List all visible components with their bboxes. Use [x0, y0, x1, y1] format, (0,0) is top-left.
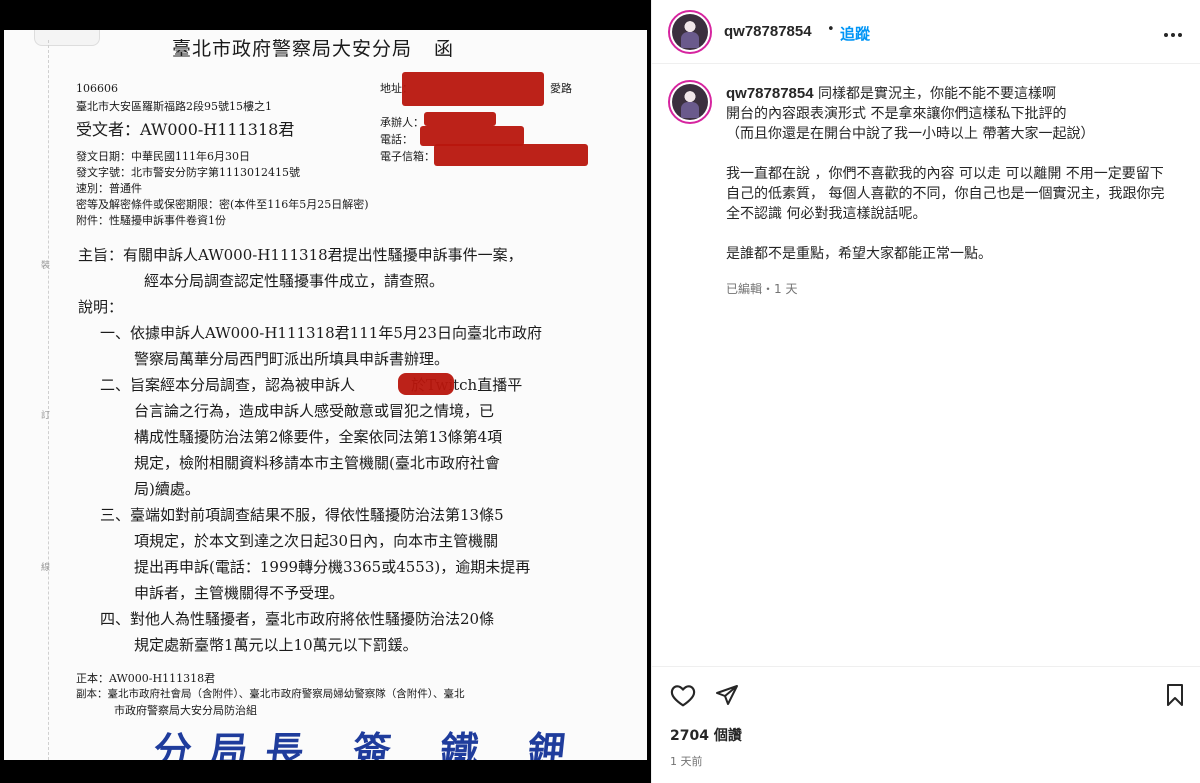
like-count[interactable]: 2704 個讚	[670, 725, 742, 745]
paragraph-line: 構成性騷擾防治法第2條要件，全案依同法第13條第4項	[134, 428, 503, 446]
share-icon[interactable]	[714, 683, 740, 711]
document-title: 臺北市政府警察局大安分局函	[172, 38, 455, 60]
recipient: 受文者：AW000-H111318君	[76, 120, 295, 139]
paragraph-line: 四、對他人為性騷擾者，臺北市政府將依性騷擾防治法20條	[100, 610, 495, 628]
subject-line: 主旨：有關申訴人AW000-H111318君提出性騷擾申訴事件一案，	[78, 246, 523, 264]
sender-address: 臺北市大安區羅斯福路2段95號15樓之1	[76, 100, 272, 113]
secrecy: 密等及解密條件或保密期限：密(本件至116年5月25日解密)	[76, 198, 369, 211]
post-timestamp[interactable]: 1 天前	[670, 753, 703, 769]
speed: 速別：普通件	[76, 182, 142, 195]
paragraph-line: 警察局萬華分局西門町派出所填具申訴書辦理。	[134, 350, 450, 368]
paragraph-line: 項規定，於本文到達之次日起30日內，向本市主管機關	[134, 532, 499, 550]
copy-recipients: 市政府警察局大安分局防治組	[114, 704, 257, 717]
paragraph-line: 規定，檢附相關資料移請本市主管機關(臺北市政府社會	[134, 454, 500, 472]
attachment: 附件：性騷擾申訴事件卷資1份	[76, 214, 226, 227]
post-caption: qw78787854 同樣都是實況主，你能不能不要這樣啊 開台的內容跟表演形式 …	[726, 84, 1176, 264]
caption-text: 同樣都是實況主，你能不能不要這樣啊 開台的內容跟表演形式 不是拿來讓你們這樣私下…	[726, 86, 1165, 262]
more-icon[interactable]	[1163, 22, 1183, 43]
side-mark: 訂	[41, 411, 51, 421]
issue-date: 發文日期：中華民國111年6月30日	[76, 150, 250, 163]
avatar[interactable]	[668, 10, 712, 54]
redaction	[398, 373, 454, 395]
post-media: 裝 訂 線 臺北市政府警察局大安分局函 106606 臺北市大安區羅斯福路2段9…	[0, 0, 651, 783]
signature-seal: 分局長 簽 鐵 鉀	[151, 728, 586, 760]
copy-recipients: 副本：臺北市政府社會局（含附件）、臺北市政府警察局婦幼警察隊（含附件）、臺北	[76, 688, 465, 700]
postal-code: 106606	[76, 82, 118, 95]
paragraph-line: 台言論之行為，造成申訴人感受敵意或冒犯之情境，已	[134, 402, 495, 420]
paragraph-line: 一、依據申訴人AW000-H111318君111年5月23日向臺北市政府	[100, 324, 542, 342]
redaction	[402, 72, 544, 106]
paper-tab	[34, 30, 100, 46]
action-bar: 2704 個讚 1 天前	[652, 666, 1200, 783]
paragraph-line: 規定處新臺幣1萬元以上10萬元以下罰鍰。	[134, 636, 418, 654]
issue-number: 發文字號：北市警安分防字第1113012415號	[76, 166, 300, 179]
redaction	[420, 126, 524, 146]
contact-label: 承辦人：	[380, 116, 424, 129]
post-header: qw78787854 • 追蹤	[652, 0, 1200, 64]
username-link[interactable]: qw78787854	[724, 23, 812, 40]
explanation-label: 說明：	[78, 298, 124, 316]
edited-meta: 已編輯・1 天	[726, 282, 798, 296]
caption-username[interactable]: qw78787854	[726, 85, 814, 102]
subject-line: 經本分局調查認定性騷擾事件成立，請查照。	[144, 272, 445, 290]
address-tail: 愛路	[550, 82, 572, 95]
bookmark-icon[interactable]	[1164, 683, 1186, 711]
original-recipient: 正本：AW000-H111318君	[76, 672, 216, 685]
paragraph-line: 二、旨案經本分局調查，認為被申訴人 於Twitch直播平	[100, 376, 523, 394]
side-mark: 線	[41, 563, 51, 573]
paragraph-line: 申訴者，主管機關得不予受理。	[134, 584, 345, 602]
email-label: 電子信箱：	[380, 150, 435, 163]
follow-button[interactable]: 追蹤	[840, 23, 870, 44]
redaction	[434, 144, 588, 166]
document-photo: 裝 訂 線 臺北市政府警察局大安分局函 106606 臺北市大安區羅斯福路2段9…	[4, 30, 647, 760]
post-panel: qw78787854 • 追蹤 qw78787854 同樣都是實況主，你能不能不…	[651, 0, 1200, 783]
heart-icon[interactable]	[670, 683, 696, 711]
avatar[interactable]	[668, 80, 712, 124]
phone-label: 電話：	[380, 133, 413, 146]
side-mark: 裝	[41, 261, 51, 271]
redaction	[424, 112, 496, 126]
paragraph-line: 三、臺端如對前項調查結果不服，得依性騷擾防治法第13條5	[100, 506, 504, 524]
binding-line	[48, 40, 49, 760]
paragraph-line: 提出再申訴(電話：1999轉分機3365或4553)，逾期未提再	[134, 558, 531, 576]
separator-dot: •	[827, 22, 835, 37]
paragraph-line: 局)續處。	[134, 480, 200, 498]
